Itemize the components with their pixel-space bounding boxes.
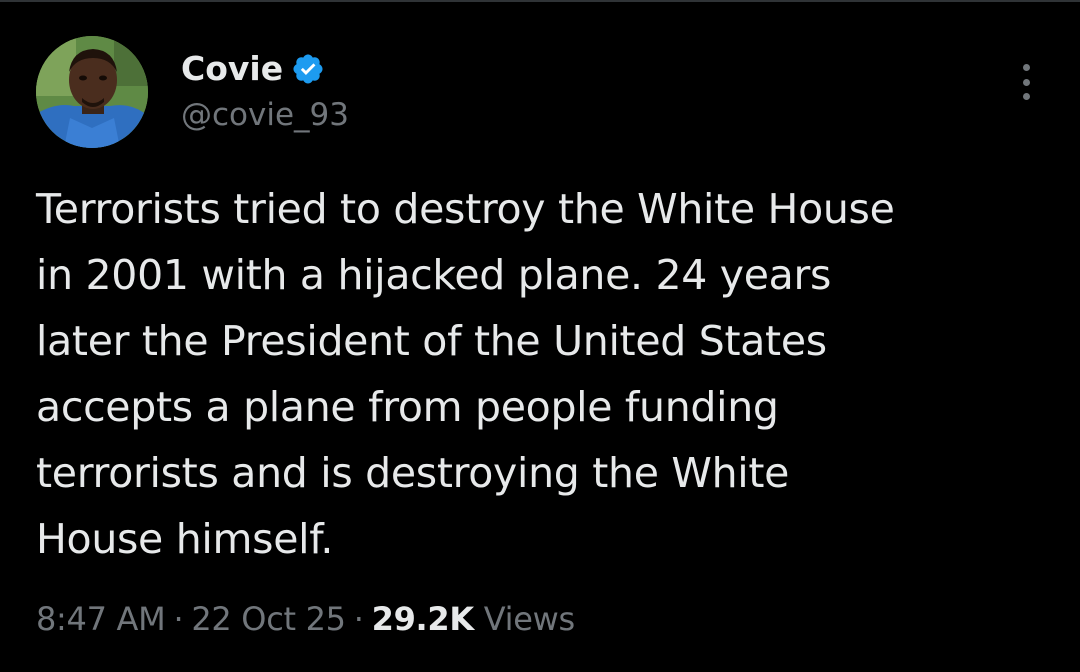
tweet-meta: 8:47 AM · 22 Oct 25 · 29.2K Views [36, 594, 575, 644]
more-icon-dot [1022, 93, 1030, 100]
avatar[interactable] [36, 36, 148, 148]
tweet-text-line: in 2001 with a hijacked plane. 24 years [36, 251, 832, 299]
tweet-time[interactable]: 8:47 AM [36, 600, 166, 638]
tweet-header: Covie @covie_93 [36, 36, 349, 148]
tweet-date[interactable]: 22 Oct 25 [191, 600, 346, 638]
name-row: Covie [181, 49, 349, 89]
more-icon-dot [1022, 78, 1030, 86]
more-options-button[interactable] [1018, 64, 1034, 100]
tweet-text: Terrorists tried to destroy the White Ho… [36, 176, 1046, 572]
author-handle[interactable]: @covie_93 [181, 95, 349, 135]
tweet-text-line: accepts a plane from people funding [36, 383, 779, 431]
meta-separator: · [353, 600, 364, 638]
tweet-text-line: Terrorists tried to destroy the White Ho… [36, 185, 895, 233]
views-label: Views [483, 600, 575, 638]
tweet-text-line: terrorists and is destroying the White [36, 449, 790, 497]
views-count[interactable]: 29.2K [372, 600, 475, 638]
tweet-text-line: later the President of the United States [36, 317, 827, 365]
avatar-image [36, 36, 148, 148]
author-names: Covie @covie_93 [181, 49, 349, 135]
meta-separator: · [173, 600, 184, 638]
display-name[interactable]: Covie [181, 49, 283, 89]
more-horizontal-icon [1022, 64, 1030, 71]
verified-badge-icon[interactable] [291, 52, 325, 86]
tweet-text-line: House himself. [36, 515, 334, 563]
top-divider [0, 0, 1080, 2]
